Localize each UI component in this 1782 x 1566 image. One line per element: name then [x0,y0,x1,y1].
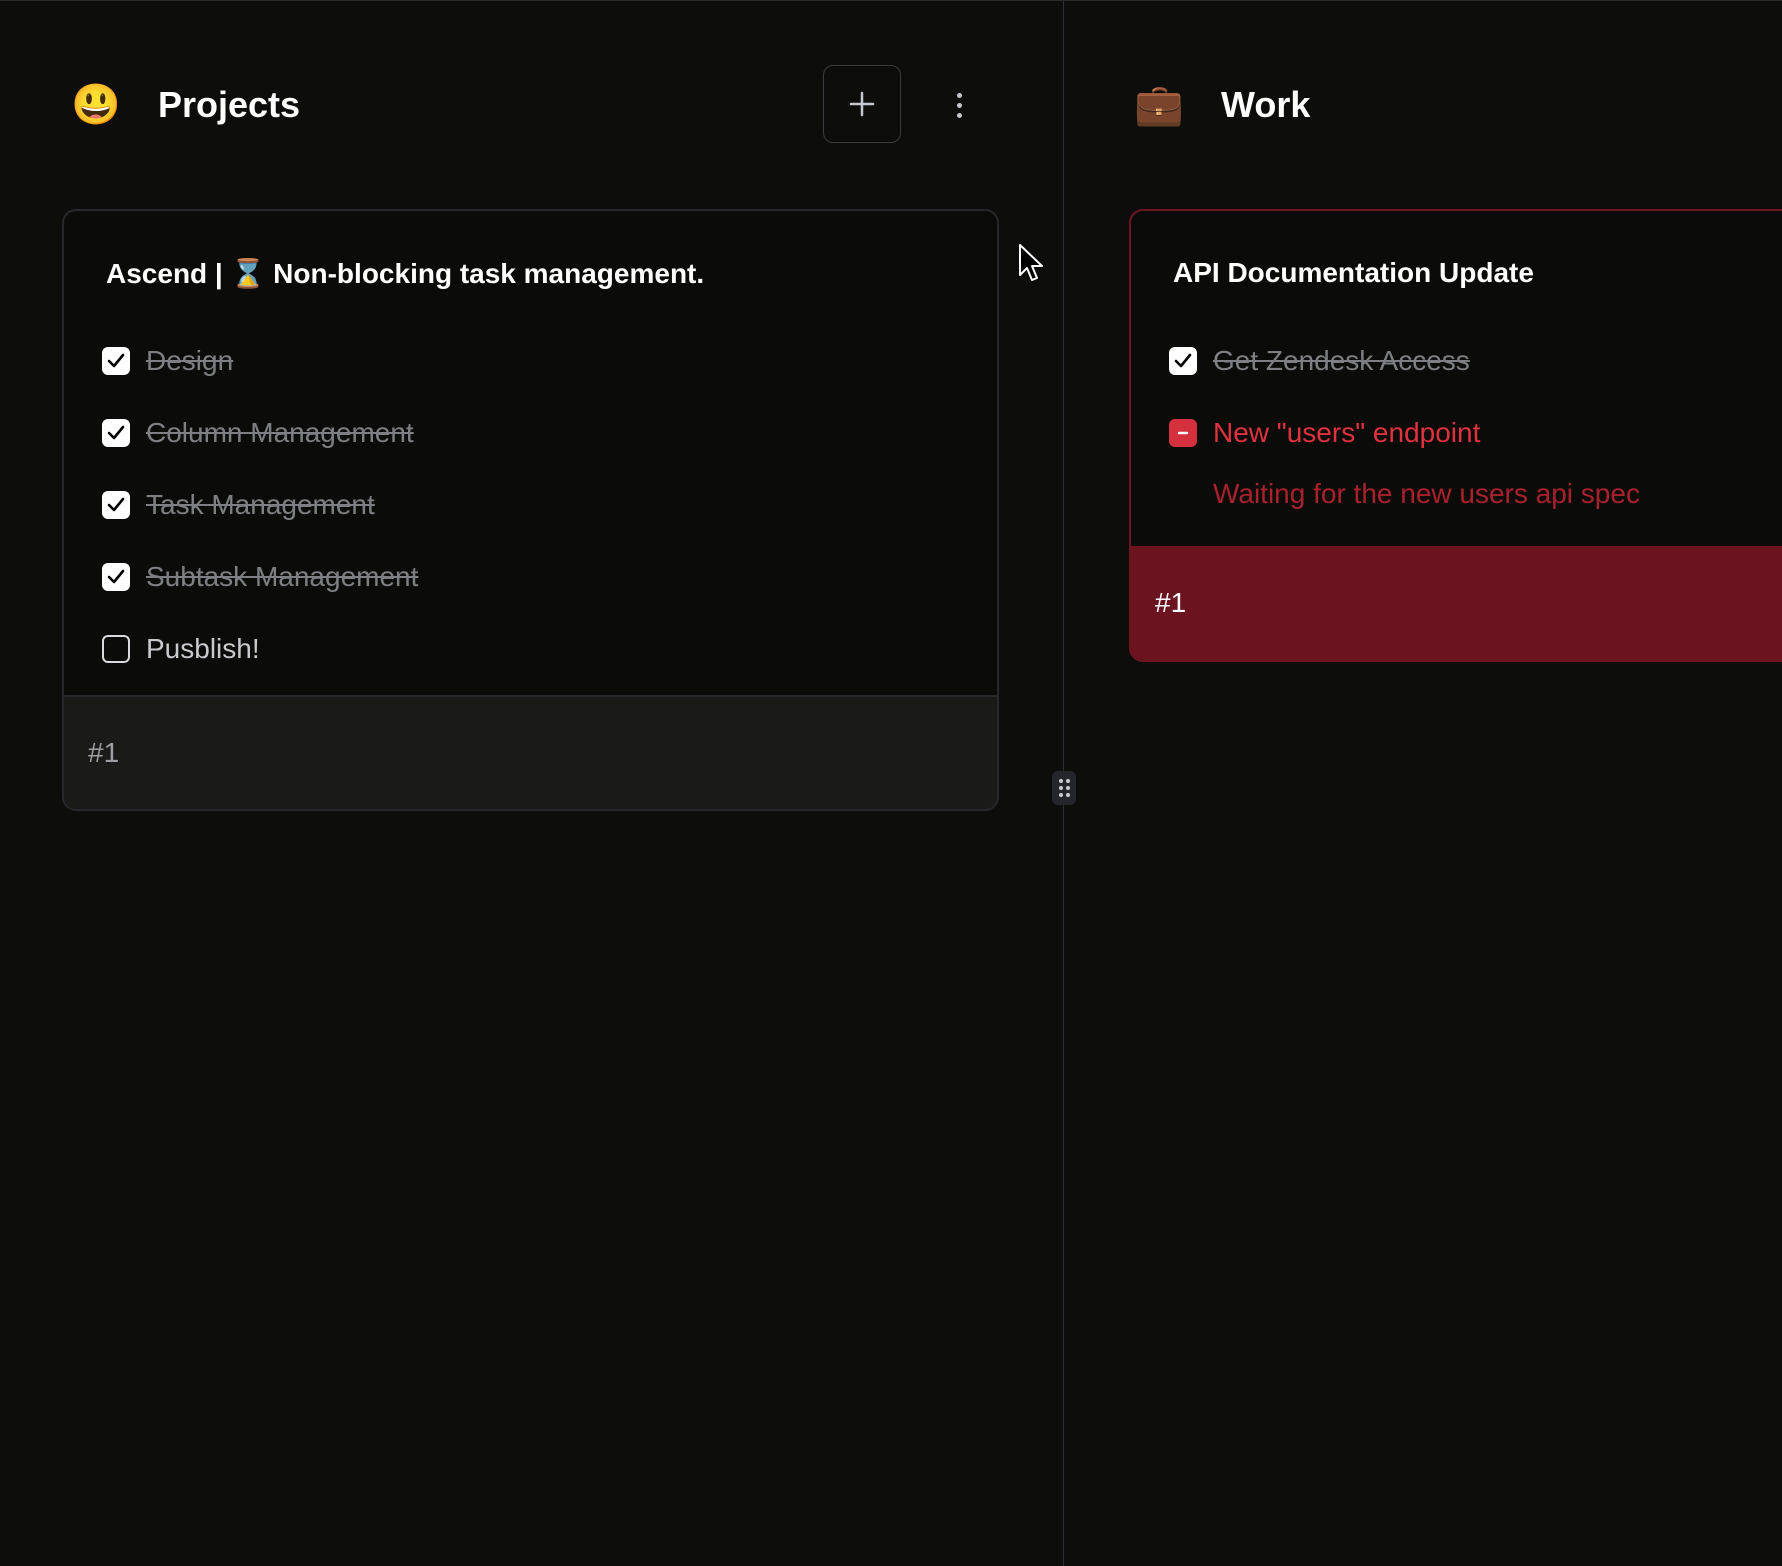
subtask-label: Subtask Management [146,561,419,592]
more-options-button[interactable] [940,85,978,125]
briefcase-emoji-icon: 💼 [1134,83,1184,127]
subtask-label: New "users" endpoint [1213,417,1481,448]
card-title: API Documentation Update [1173,257,1534,288]
checkmark-icon [1174,353,1192,368]
subtask-list: Design Column Management Task Management… [102,325,418,685]
subtask-item-blocked[interactable]: New "users" endpoint [1169,397,1640,469]
card-footer: #1 [1131,546,1782,660]
column-title[interactable]: Work [1221,84,1310,126]
task-card[interactable]: Ascend | ⌛ Non-blocking task management.… [62,209,999,811]
column-title[interactable]: Projects [158,84,300,126]
checkmark-icon [107,497,125,512]
subtask-label: Design [146,345,234,376]
subtask-label: Pusblish! [146,633,260,664]
board: 😃 Projects Ascend | ⌛ Non-blocking task … [0,0,1782,1566]
task-card-blocked[interactable]: API Documentation Update Get Zendesk Acc… [1129,209,1782,662]
card-footer: #1 [64,695,997,809]
card-title: Ascend | ⌛ Non-blocking task management. [106,258,705,289]
column-resize-handle[interactable] [1052,771,1076,805]
column-header-projects: 😃 Projects [71,65,300,145]
checkmark-icon [107,569,125,584]
subtask-item[interactable]: Task Management [102,469,418,541]
smiley-emoji-icon: 😃 [71,83,121,127]
subtask-checkbox[interactable] [1169,419,1197,447]
subtask-checkbox[interactable] [102,635,130,663]
subtask-label: Column Management [146,417,414,448]
subtask-label: Get Zendesk Access [1213,345,1470,376]
column-header-work: 💼 Work [1134,65,1310,145]
checkmark-icon [107,425,125,440]
card-number: #1 [88,737,120,768]
plus-icon [849,91,875,117]
subtask-item[interactable]: Design [102,325,418,397]
add-task-button[interactable] [823,65,901,143]
subtask-label: Task Management [146,489,375,520]
subtask-item[interactable]: Subtask Management [102,541,418,613]
subtask-list: Get Zendesk Access New "users" endpoint … [1169,325,1640,519]
subtask-item[interactable]: Column Management [102,397,418,469]
checkmark-icon [107,353,125,368]
card-number: #1 [1155,587,1187,618]
subtask-item[interactable]: Pusblish! [102,613,418,685]
subtask-item[interactable]: Get Zendesk Access [1169,325,1640,397]
subtask-checkbox[interactable] [102,491,130,519]
mouse-pointer-icon [1019,244,1043,281]
drag-handle-icon [1058,779,1070,797]
more-vertical-icon [956,92,962,98]
subtask-checkbox[interactable] [102,347,130,375]
subtask-checkbox[interactable] [1169,347,1197,375]
blocked-reason-note: Waiting for the new users api spec [1213,478,1640,509]
subtask-checkbox[interactable] [102,419,130,447]
subtask-checkbox[interactable] [102,563,130,591]
minus-icon [1177,431,1189,435]
